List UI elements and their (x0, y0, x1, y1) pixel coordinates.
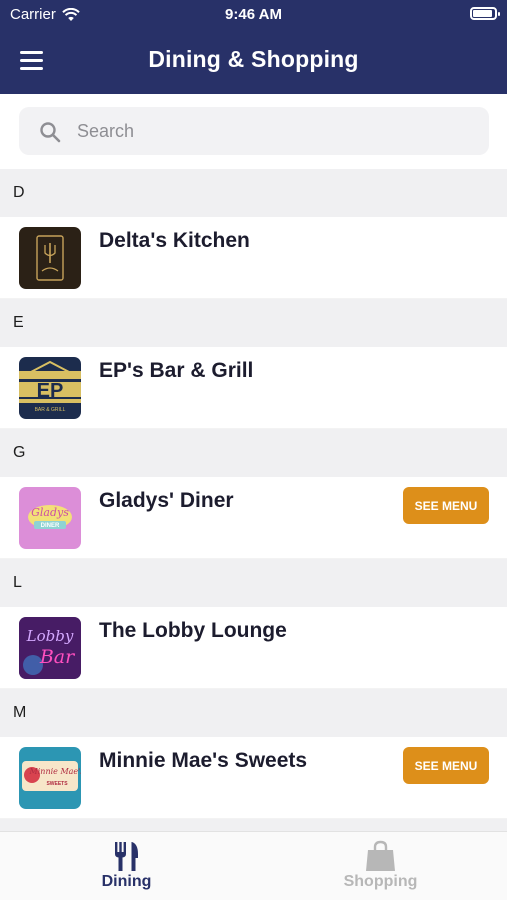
list-item-eps-bar-grill[interactable]: EP BAR & GRILL EP's Bar & Grill (0, 347, 507, 429)
venue-name: Minnie Mae's Sweets (99, 749, 308, 772)
status-time: 9:46 AM (225, 6, 282, 23)
list-item-gladys-diner[interactable]: Gladys DINER Gladys' Diner SEE MENU (0, 477, 507, 559)
eps-logo-subtext: BAR & GRILL (35, 407, 66, 413)
section-header-e: E (0, 299, 507, 347)
venue-name: Gladys' Diner (99, 489, 234, 512)
venue-name: The Lobby Lounge (99, 619, 287, 642)
venue-name: Delta's Kitchen (99, 229, 250, 252)
section-header-d: D (0, 169, 507, 217)
lobby-logo-subtext: Bar (39, 646, 76, 668)
venue-list[interactable]: D Delta's Kitchen E EP BAR & GRILL EP's … (0, 169, 507, 831)
tab-dining[interactable]: Dining (0, 832, 253, 900)
see-menu-button[interactable]: SEE MENU (403, 487, 489, 524)
lobby-logo-text: Lobby (26, 627, 74, 645)
venue-name: EP's Bar & Grill (99, 359, 254, 382)
tab-shopping[interactable]: Shopping (254, 832, 507, 900)
search-input[interactable] (77, 107, 477, 155)
search-bar (0, 94, 507, 169)
section-header-l: L (0, 559, 507, 607)
list-item-minnie-maes-sweets[interactable]: Minnie Mae's SWEETS Minnie Mae's Sweets … (0, 737, 507, 819)
shopping-bag-icon (366, 840, 395, 871)
list-divider (0, 819, 507, 831)
minnie-logo-text: Minnie Mae's (29, 767, 81, 776)
minnie-maes-sweets-logo: Minnie Mae's SWEETS (19, 747, 81, 809)
page-title: Dining & Shopping (148, 46, 359, 72)
tab-shopping-label: Shopping (343, 873, 418, 890)
lobby-lounge-logo: Lobby Bar (19, 617, 81, 679)
fork-knife-icon (115, 842, 138, 871)
gladys-logo-subtext: DINER (41, 523, 60, 529)
see-menu-button[interactable]: SEE MENU (403, 747, 489, 784)
status-bar: Carrier 9:46 AM (0, 0, 507, 30)
minnie-logo-subtext: SWEETS (46, 781, 68, 787)
eps-logo-text: EP (37, 380, 64, 402)
section-header-m: M (0, 689, 507, 737)
tab-dining-label: Dining (101, 873, 152, 890)
tab-bar: Dining Shopping (0, 831, 507, 900)
battery-icon (470, 7, 500, 20)
list-item-lobby-lounge[interactable]: Lobby Bar The Lobby Lounge (0, 607, 507, 689)
eps-bar-grill-logo: EP BAR & GRILL (19, 357, 81, 419)
section-header-g: G (0, 429, 507, 477)
search-box[interactable] (19, 107, 489, 155)
gladys-logo-text: Gladys (31, 506, 69, 519)
list-item-deltas-kitchen[interactable]: Delta's Kitchen (0, 217, 507, 299)
deltas-kitchen-logo (19, 227, 81, 289)
search-icon (40, 122, 61, 143)
app-header: Carrier 9:46 AM Dining & Shopping (0, 0, 507, 94)
gladys-diner-logo: Gladys DINER (19, 487, 81, 549)
